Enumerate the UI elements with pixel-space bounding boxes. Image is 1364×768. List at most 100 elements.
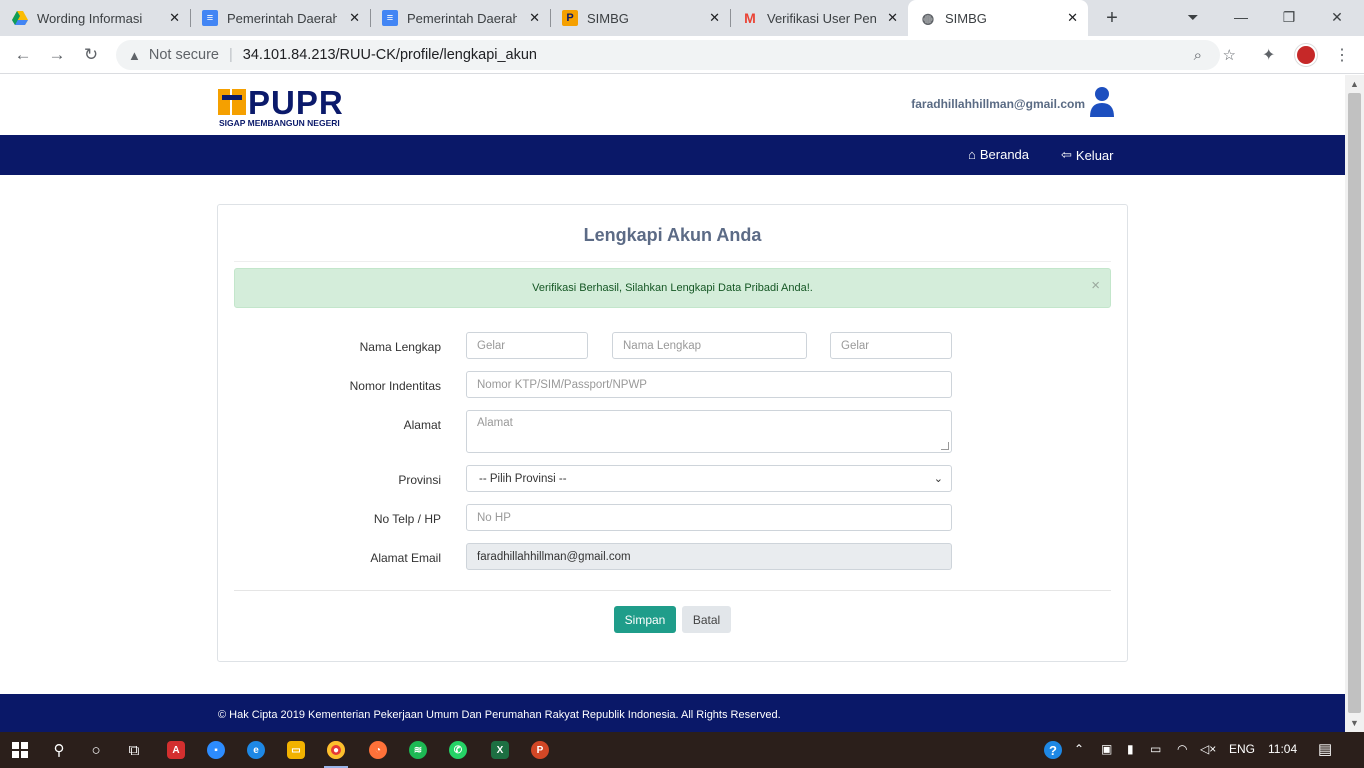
scrollbar-thumb[interactable] <box>1348 93 1361 713</box>
menu-kebab-icon[interactable]: ⋮ <box>1334 45 1350 65</box>
cortana-icon[interactable]: ○ <box>84 738 108 762</box>
close-tab-icon[interactable]: ✕ <box>349 10 360 26</box>
edge-icon[interactable]: e <box>244 738 268 762</box>
close-tab-icon[interactable]: ✕ <box>169 10 180 26</box>
browser-tab-title: SIMBG <box>945 10 987 26</box>
footer-copyright: © Hak Cipta 2019 Kementerian Pekerjaan U… <box>218 709 781 721</box>
url-text[interactable]: 34.101.84.213/RUU-CK/profile/lengkapi_ak… <box>243 47 537 63</box>
chrome-icon[interactable]: ● <box>324 738 348 768</box>
page-scrollbar[interactable]: ▲ ▼ <box>1345 75 1364 732</box>
google-docs-icon: ≡ <box>382 10 398 26</box>
acrobat-icon[interactable]: A <box>164 738 188 762</box>
windows-start-icon[interactable] <box>8 738 32 762</box>
home-icon: ⌂ <box>968 147 976 162</box>
scroll-down-icon[interactable]: ▼ <box>1350 718 1359 728</box>
reload-icon[interactable]: ↻ <box>80 44 102 66</box>
browser-tab-title: Pemerintah Daerah <box>407 10 517 26</box>
browser-tab[interactable]: P SIMBG ✕ <box>550 0 731 36</box>
omnibox-divider: | <box>229 47 233 63</box>
full-name-label: Nama Lengkap <box>359 340 441 354</box>
powerpoint-icon[interactable]: P <box>528 738 552 762</box>
web-page: PUPR SIGAP MEMBANGUN NEGERI faradhillahh… <box>0 75 1345 732</box>
province-label: Provinsi <box>398 473 441 487</box>
help-icon[interactable]: ? <box>1041 738 1065 762</box>
windows-taskbar: ⚲ ○ ⧉ A ▪ e ▭ ● ◔ ≋ ✆ X P ? ⌃ ▣ ▮ ▭ ◠ ◁×… <box>0 732 1364 768</box>
forward-icon[interactable]: → <box>46 44 68 66</box>
notifications-icon[interactable]: ▤ <box>1318 740 1332 758</box>
user-email[interactable]: faradhillahhillman@gmail.com <box>911 97 1085 111</box>
zoom-app-icon[interactable]: ▪ <box>204 738 228 762</box>
chevron-down-icon: ⌄ <box>933 473 943 485</box>
browser-tab-title: SIMBG <box>587 10 629 26</box>
phone-input[interactable]: No HP <box>466 504 952 531</box>
spotify-icon[interactable]: ≋ <box>406 738 430 762</box>
alert-message: Verifikasi Berhasil, Silahkan Lengkapi D… <box>532 282 813 294</box>
zoom-icon[interactable]: ⌕ <box>1194 47 1202 64</box>
close-tab-icon[interactable]: ✕ <box>709 10 720 26</box>
security-label: Not secure <box>148 47 219 63</box>
email-label: Alamat Email <box>370 551 441 565</box>
show-hidden-icons[interactable]: ⌃ <box>1074 742 1084 756</box>
bookmark-star-icon[interactable]: ☆ <box>1223 46 1236 64</box>
restore-icon[interactable]: ❐ <box>1278 6 1300 28</box>
search-icon[interactable]: ⚲ <box>47 738 71 762</box>
close-window-icon[interactable]: ✕ <box>1326 6 1348 28</box>
browser-tab[interactable]: M Verifikasi User Peng ✕ <box>730 0 908 36</box>
address-bar[interactable]: ▲ Not secure | 34.101.84.213/RUU-CK/prof… <box>116 40 1236 70</box>
success-alert: Verifikasi Berhasil, Silahkan Lengkapi D… <box>234 268 1111 308</box>
wifi-icon[interactable]: ◠ <box>1177 742 1187 756</box>
id-number-input[interactable]: Nomor KTP/SIM/Passport/NPWP <box>466 371 952 398</box>
nav-logout-link[interactable]: ⇦ Keluar <box>1061 147 1113 163</box>
google-drive-icon <box>12 10 28 26</box>
title-front-input[interactable]: Gelar <box>466 332 588 359</box>
title-back-input[interactable]: Gelar <box>830 332 952 359</box>
email-field: faradhillahhillman@gmail.com <box>466 543 952 570</box>
task-view-icon[interactable]: ⧉ <box>122 738 146 762</box>
browser-tab-title: Pemerintah Daerah <box>227 10 337 26</box>
phone-label: No Telp / HP <box>373 512 441 526</box>
site-footer: © Hak Cipta 2019 Kementerian Pekerjaan U… <box>0 694 1345 732</box>
close-tab-icon[interactable]: ✕ <box>529 10 540 26</box>
back-icon[interactable]: ← <box>12 44 34 66</box>
close-alert-icon[interactable]: × <box>1091 277 1100 294</box>
extensions-icon[interactable]: ✦ <box>1262 45 1275 65</box>
excel-icon[interactable]: X <box>488 738 512 762</box>
clock[interactable]: 11:04 <box>1268 742 1297 756</box>
profile-avatar[interactable] <box>1295 44 1317 66</box>
pupr-logo-mark <box>218 89 246 115</box>
browser-tab[interactable]: ≡ Pemerintah Daerah ✕ <box>370 0 551 36</box>
battery-icon[interactable]: ▭ <box>1150 742 1161 756</box>
complete-account-card: Lengkapi Akun Anda Verifikasi Berhasil, … <box>217 204 1128 662</box>
pupr-logo[interactable]: PUPR SIGAP MEMBANGUN NEGERI <box>218 84 358 129</box>
page-title: Lengkapi Akun Anda <box>583 225 762 245</box>
minimize-icon[interactable]: — <box>1230 6 1252 28</box>
close-tab-icon[interactable]: ✕ <box>887 10 898 26</box>
firefox-icon[interactable]: ◔ <box>366 738 390 762</box>
divider <box>234 590 1111 591</box>
meet-now-icon[interactable]: ▣ <box>1101 742 1112 756</box>
scroll-up-icon[interactable]: ▲ <box>1350 79 1359 89</box>
full-name-input[interactable]: Nama Lengkap <box>612 332 807 359</box>
warning-icon: ▲ <box>128 47 141 63</box>
logo-tagline: SIGAP MEMBANGUN NEGERI <box>219 118 340 128</box>
cancel-button[interactable]: Batal <box>682 606 731 633</box>
tab-search-icon[interactable]: ⏷ <box>1182 6 1204 28</box>
volume-muted-icon[interactable]: ◁× <box>1200 742 1216 756</box>
browser-tab[interactable]: ≡ Pemerintah Daerah ✕ <box>190 0 371 36</box>
file-explorer-icon[interactable]: ▭ <box>284 738 308 762</box>
user-avatar-icon[interactable] <box>1088 85 1116 119</box>
new-tab-icon[interactable]: + <box>1100 6 1124 30</box>
province-select[interactable]: -- Pilih Provinsi -- ⌄ <box>466 465 952 492</box>
browser-tab[interactable]: Wording Informasi ✕ <box>12 0 191 36</box>
browser-tab-active[interactable]: ◍ SIMBG ✕ <box>908 0 1088 36</box>
input-language[interactable]: ENG <box>1229 742 1255 756</box>
microphone-icon[interactable]: ▮ <box>1127 742 1134 756</box>
nav-home-label: Beranda <box>979 147 1030 162</box>
nav-logout-label: Keluar <box>1075 147 1114 163</box>
nav-home-link[interactable]: ⌂ Beranda <box>968 147 1029 162</box>
pupr-icon: P <box>562 10 578 26</box>
whatsapp-icon[interactable]: ✆ <box>446 738 470 762</box>
address-textarea[interactable]: Alamat <box>466 410 952 453</box>
close-tab-icon[interactable]: ✕ <box>1067 10 1078 26</box>
save-button[interactable]: Simpan <box>614 606 676 633</box>
